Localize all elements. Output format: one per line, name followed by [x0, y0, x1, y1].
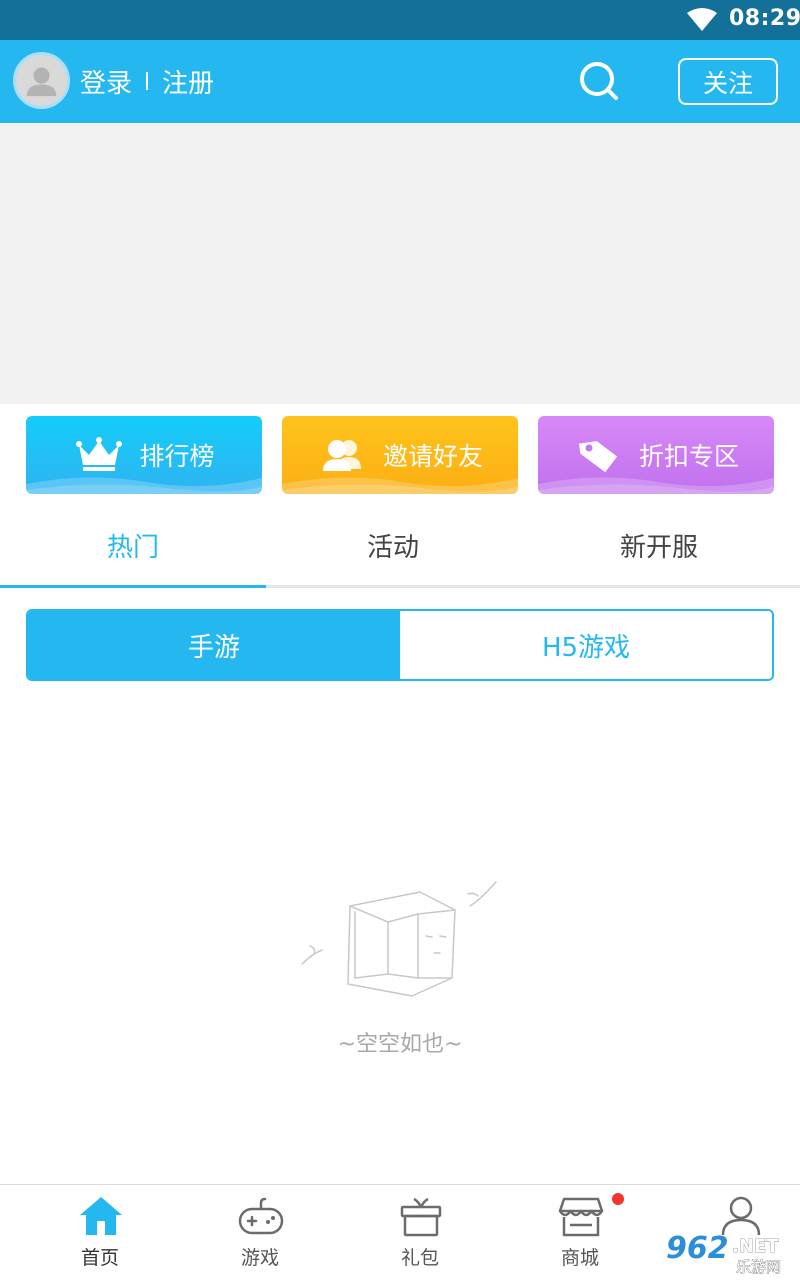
svg-text:962: 962	[666, 1231, 729, 1266]
discount-zone-label: 折扣专区	[638, 442, 739, 471]
invite-friends-label: 邀请好友	[382, 442, 483, 471]
segment-h5-games[interactable]: H5游戏	[400, 611, 772, 679]
home-icon	[80, 1197, 122, 1235]
svg-text:乐游网: 乐游网	[736, 1258, 781, 1276]
active-tab-indicator	[0, 585, 266, 588]
banner-carousel[interactable]	[0, 123, 800, 404]
status-bar: 08:29	[0, 0, 800, 40]
nav-games[interactable]: 游戏	[180, 1185, 340, 1280]
svg-text:.NET: .NET	[732, 1236, 779, 1257]
crown-icon	[76, 437, 123, 471]
nav-gifts[interactable]: 礼包	[340, 1185, 500, 1280]
invite-friends-button[interactable]: 邀请好友	[282, 416, 518, 494]
ranking-button[interactable]: 排行榜	[26, 416, 262, 494]
card-wave-decoration	[26, 477, 262, 494]
tab-events[interactable]: 活动	[260, 505, 526, 585]
status-time: 08:29	[729, 6, 800, 31]
follow-button[interactable]: 关注	[678, 58, 778, 105]
store-icon	[558, 1197, 604, 1237]
nav-games-label: 游戏	[240, 1247, 279, 1269]
wifi-icon	[687, 8, 717, 31]
tab-hot[interactable]: 热门	[0, 505, 266, 585]
nav-home-label: 首页	[80, 1247, 119, 1269]
login-divider	[146, 72, 148, 90]
register-link[interactable]: 注册	[162, 63, 214, 100]
avatar[interactable]	[13, 52, 70, 109]
nav-home[interactable]: 首页	[20, 1185, 180, 1280]
login-link[interactable]: 登录	[80, 63, 132, 100]
game-type-segment: 手游 H5游戏	[26, 609, 774, 681]
site-watermark-logo: 962 .NET 乐游网	[665, 1230, 781, 1276]
avatar-icon	[26, 67, 57, 97]
app-header: 登录 注册 关注	[0, 40, 800, 123]
content-tabs: 热门 活动 新开服	[0, 505, 800, 588]
empty-box-icon	[301, 881, 497, 997]
search-icon[interactable]	[578, 60, 620, 102]
nav-store-label: 商城	[560, 1247, 599, 1269]
empty-state-text: ~空空如也~	[337, 1032, 463, 1057]
segment-mobile-games[interactable]: 手游	[28, 611, 400, 679]
gift-icon	[400, 1197, 442, 1237]
discount-zone-button[interactable]: 折扣专区	[538, 416, 774, 494]
tab-new-servers[interactable]: 新开服	[526, 505, 792, 585]
ranking-label: 排行榜	[139, 442, 215, 471]
gamepad-icon	[238, 1197, 284, 1235]
tag-icon	[578, 441, 618, 473]
friends-icon	[322, 440, 361, 471]
nav-store[interactable]: 商城	[500, 1185, 660, 1280]
nav-gifts-label: 礼包	[400, 1247, 439, 1269]
store-notification-badge	[612, 1193, 624, 1205]
